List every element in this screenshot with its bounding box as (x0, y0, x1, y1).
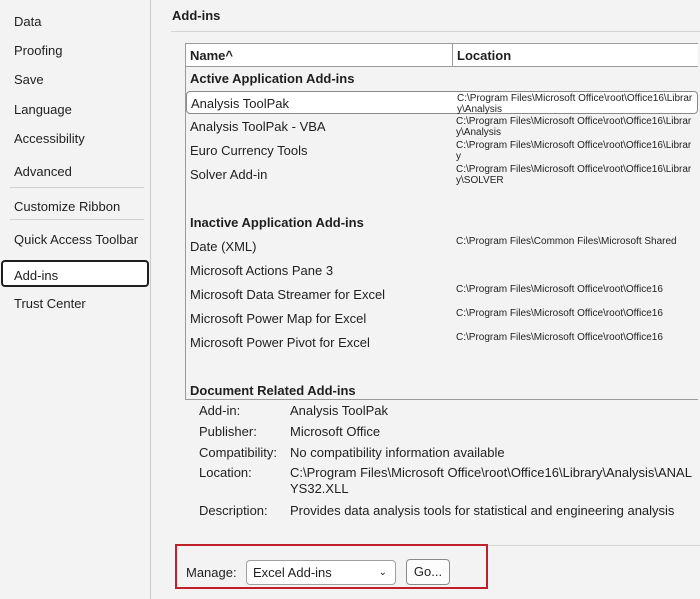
table-row[interactable]: Microsoft Power Pivot for Excel C:\Progra… (186, 331, 698, 354)
sidebar-item-customize-ribbon[interactable]: Customize Ribbon (1, 193, 149, 220)
table-row[interactable]: Date (XML) C:\Program Files\Common Files\… (186, 235, 698, 258)
table-row (186, 187, 698, 210)
column-header-location[interactable]: Location (453, 44, 698, 67)
detail-value: Microsoft Office (290, 424, 381, 439)
detail-label: Location: (199, 465, 252, 480)
detail-label: Compatibility: (199, 445, 278, 460)
row-location: C:\Program Files\Microsoft Office\root\O… (456, 116, 692, 138)
detail-label: Description: (199, 503, 268, 518)
row-location: C:\Program Files\Microsoft Office\root\O… (456, 308, 663, 319)
row-location: C:\Program Files\Common Files\Microsoft … (456, 236, 677, 247)
detail-label: Publisher: (199, 424, 257, 439)
divider (171, 31, 700, 32)
manage-label: Manage: (186, 565, 237, 580)
group-header: Inactive Application Add-ins (186, 211, 698, 234)
row-location: C:\Program Files\Microsoft Office\root\O… (456, 164, 692, 186)
row-name: Microsoft Power Map for Excel (190, 311, 367, 326)
column-header-name[interactable]: Name^ (186, 44, 453, 67)
sidebar: Data Proofing Save Language Accessibility Adv… (0, 0, 151, 599)
manage-section: Manage: Excel Add-ins ⌄ Go... (175, 544, 488, 589)
table-row (186, 355, 698, 378)
row-name: Date (XML) (190, 239, 257, 254)
row-name: Euro Currency Tools (190, 143, 308, 158)
table-row[interactable]: Solver Add-in C:\Program Files\Microsoft … (186, 163, 698, 186)
row-location: C:\Program Files\Microsoft Office\root\O… (456, 140, 692, 162)
sidebar-item-data[interactable]: Data (1, 8, 149, 35)
group-header: Document Related Add-ins (186, 379, 698, 402)
row-name: Microsoft Power Pivot for Excel (190, 335, 370, 350)
row-name: Active Application Add-ins (190, 71, 355, 86)
detail-label: Add-in: (199, 403, 241, 418)
row-location: C:\Program Files\Microsoft Office\root\O… (456, 284, 663, 295)
row-name: Microsoft Actions Pane 3 (190, 263, 334, 278)
detail-value: Analysis ToolPak (290, 403, 389, 418)
sidebar-item-trust-center[interactable]: Trust Center (1, 290, 149, 317)
detail-description: Description: Provides data analysis tools… (199, 503, 695, 521)
sidebar-item-add-ins[interactable]: Add-ins (1, 260, 149, 287)
divider (10, 219, 144, 220)
table-row[interactable]: Microsoft Power Map for Excel C:\Program … (186, 307, 698, 330)
sidebar-item-advanced[interactable]: Advanced (1, 158, 149, 185)
row-name: Analysis ToolPak (191, 96, 290, 111)
detail-addin: Add-in: Analysis ToolPak (199, 403, 695, 421)
detail-value: C:\Program Files\Microsoft Office\root\O… (290, 465, 692, 496)
go-button[interactable]: Go... (406, 559, 450, 585)
sidebar-item-quick-access-toolbar[interactable]: Quick Access Toolbar (1, 226, 149, 253)
table-row[interactable]: Analysis ToolPak C:\Program Files\Microso… (186, 91, 698, 115)
sidebar-item-save[interactable]: Save (1, 66, 149, 93)
row-name: Document Related Add-ins (190, 383, 356, 398)
manage-dropdown[interactable]: Excel Add-ins ⌄ (246, 560, 396, 585)
detail-value: No compatibility information available (290, 445, 505, 460)
row-name: Inactive Application Add-ins (190, 215, 364, 230)
row-name: Microsoft Data Streamer for Excel (190, 287, 386, 302)
row-name: Solver Add-in (190, 167, 268, 182)
table-row[interactable]: Microsoft Actions Pane 3 (186, 259, 698, 282)
sidebar-item-accessibility[interactable]: Accessibility (1, 125, 149, 152)
group-header: Active Application Add-ins (186, 67, 698, 90)
detail-location: Location: C:\Program Files\Microsoft Offi… (199, 465, 695, 496)
sidebar-item-language[interactable]: Language (1, 96, 149, 123)
detail-value: Provides data analysis tools for statist… (290, 503, 675, 518)
table-row[interactable]: Euro Currency Tools C:\Program Files\Micr… (186, 139, 698, 162)
add-ins-table[interactable]: Name^ Location Active Application Add-in… (185, 43, 698, 400)
divider (10, 187, 144, 188)
row-location: C:\Program Files\Microsoft Office\root\O… (457, 93, 693, 115)
page-title: Add-ins (172, 8, 221, 23)
sidebar-item-proofing[interactable]: Proofing (1, 37, 149, 64)
table-row[interactable]: Microsoft Data Streamer for Excel C:\Prog… (186, 283, 698, 306)
row-name: Analysis ToolPak - VBA (190, 119, 326, 134)
chevron-down-icon: ⌄ (378, 567, 387, 578)
detail-compatibility: Compatibility: No compatibility informati… (199, 445, 695, 463)
row-location: C:\Program Files\Microsoft Office\root\O… (456, 332, 663, 343)
detail-publisher: Publisher: Microsoft Office (199, 424, 695, 442)
divider (487, 545, 700, 546)
table-row[interactable]: Analysis ToolPak - VBA C:\Program Files\M… (186, 115, 698, 138)
manage-dropdown-value: Excel Add-ins (253, 565, 332, 580)
